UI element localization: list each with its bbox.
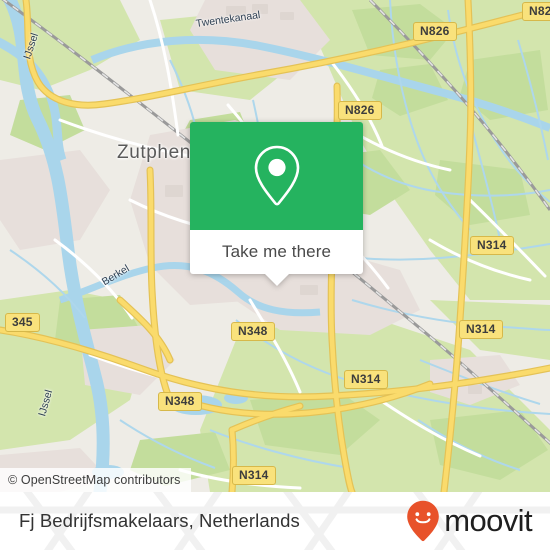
road-shield: N314 (344, 370, 388, 389)
callout-header (190, 122, 363, 230)
take-me-there-label: Take me there (221, 242, 332, 261)
map-page: Zutphen Twentekanaal IJssel Berkel IJssel N8… (0, 0, 550, 550)
moovit-wordmark: moovit (444, 503, 532, 538)
callout-pointer (263, 273, 290, 286)
moovit-pin-icon (407, 500, 440, 542)
callout-footer[interactable]: Take me there (190, 230, 363, 274)
road-shield: N314 (232, 466, 276, 485)
place-title: Fj Bedrijfsmakelaars, Netherlands (19, 510, 300, 531)
footer-bar: Fj Bedrijfsmakelaars, Netherlands moovit (0, 492, 550, 550)
map-label-city: Zutphen (117, 142, 191, 163)
take-me-there-callout[interactable]: Take me there (190, 122, 363, 286)
road-shield: N348 (231, 322, 275, 341)
moovit-brand[interactable]: moovit (406, 492, 533, 550)
road-shield: N826 (522, 2, 550, 21)
road-shield: N314 (459, 320, 503, 339)
road-shield: 345 (5, 313, 40, 332)
map-pin-icon (254, 145, 299, 206)
road-shield: N826 (413, 22, 457, 41)
road-shield: N348 (158, 392, 202, 411)
attribution-text: © OpenStreetMap contributors (8, 473, 181, 487)
road-shield: N314 (470, 236, 514, 255)
road-shield: N826 (338, 101, 382, 120)
map-attribution[interactable]: © OpenStreetMap contributors (0, 468, 191, 492)
